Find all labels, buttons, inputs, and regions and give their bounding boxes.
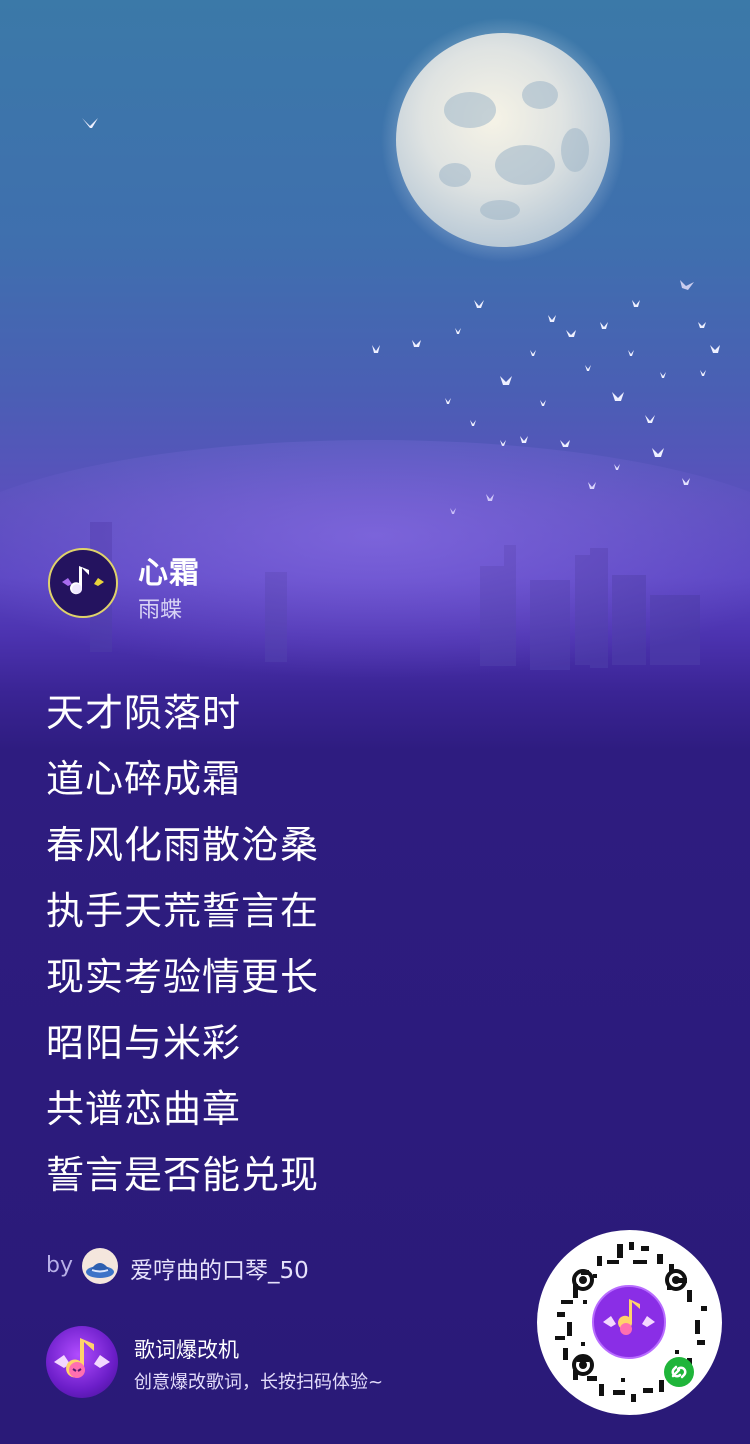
song-artist: 雨蝶: [138, 598, 183, 623]
music-note-wings-icon: [62, 566, 104, 595]
lyric-line: 誓言是否能兑现: [46, 1153, 320, 1197]
by-label: by: [46, 1253, 73, 1278]
lyric-line: 春风化雨散沧桑: [46, 823, 320, 867]
lyric-line: 现实考验情更长: [46, 955, 320, 999]
user-avatar: [82, 1248, 118, 1284]
song-header: 心霜 雨蝶: [48, 548, 448, 623]
mini-program-qr-code[interactable]: [537, 1230, 722, 1415]
lyric-poster: 心霜 雨蝶 天才陨落时 道心碎成霜 春风化雨散沧桑 执手天荒誓言在 现实考验情更…: [0, 0, 750, 1444]
lyrics: 天才陨落时 道心碎成霜 春风化雨散沧桑 执手天荒誓言在 现实考验情更长 昭阳与米…: [46, 686, 466, 1214]
user-name: 爱哼曲的口琴_50: [130, 1258, 309, 1284]
lyric-line: 共谱恋曲章: [46, 1087, 242, 1131]
music-note-wings-icon: [54, 1338, 110, 1378]
lyric-line: 昭阳与米彩: [46, 1021, 242, 1065]
lyric-line: 执手天荒誓言在: [46, 889, 320, 933]
app-name: 歌词爆改机: [134, 1338, 239, 1362]
app-promo: 歌词爆改机 创意爆改歌词，长按扫码体验~: [46, 1326, 506, 1400]
lyric-line: 道心碎成霜: [46, 757, 242, 801]
song-title: 心霜: [138, 556, 200, 591]
app-description: 创意爆改歌词，长按扫码体验~: [134, 1372, 384, 1393]
song-logo: [48, 548, 118, 618]
app-logo: [46, 1326, 118, 1398]
lyric-line: 天才陨落时: [46, 691, 242, 735]
link-icon: [664, 1357, 694, 1387]
